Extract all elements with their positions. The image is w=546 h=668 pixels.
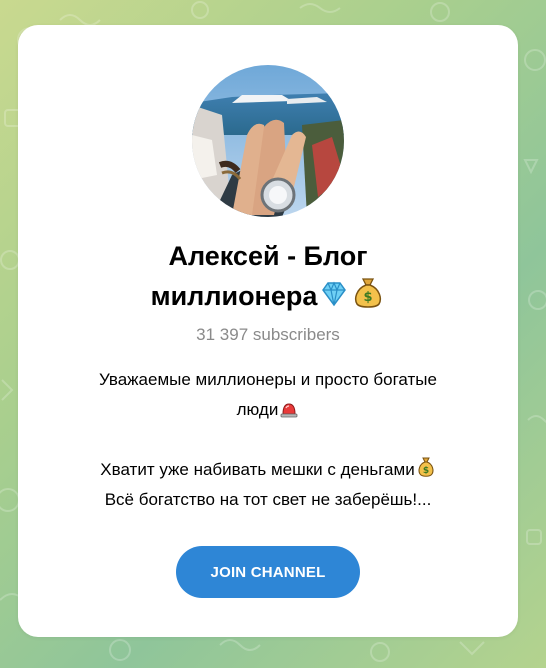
description-line3: Хватит уже набивать мешки с деньгами — [100, 460, 415, 479]
channel-description: Уважаемые миллионеры и просто богатые лю… — [48, 365, 488, 515]
channel-card: Алексей - Блог миллионера $ 31 397 subsc… — [18, 25, 518, 637]
join-channel-button[interactable]: JOIN CHANNEL — [176, 546, 360, 598]
channel-avatar[interactable] — [192, 65, 344, 217]
subscriber-count: 31 397 subscribers — [196, 325, 340, 344]
svg-text:$: $ — [364, 290, 373, 305]
channel-title: Алексей - Блог миллионера $ — [38, 237, 498, 315]
siren-icon — [280, 403, 298, 418]
description-line1: Уважаемые миллионеры и просто богатые — [99, 370, 437, 389]
channel-title-line2: миллионера — [150, 281, 318, 311]
description-line4: Всё богатство на тот свет не заберёшь!..… — [104, 490, 432, 509]
gem-icon — [322, 281, 347, 307]
avatar-photo — [192, 65, 344, 217]
description-line2: люди — [236, 400, 279, 419]
money-bag-icon: $ — [355, 278, 382, 308]
svg-text:$: $ — [423, 466, 429, 476]
money-bag-small-icon: $ — [418, 457, 434, 477]
channel-title-line1: Алексей - Блог — [168, 241, 368, 271]
